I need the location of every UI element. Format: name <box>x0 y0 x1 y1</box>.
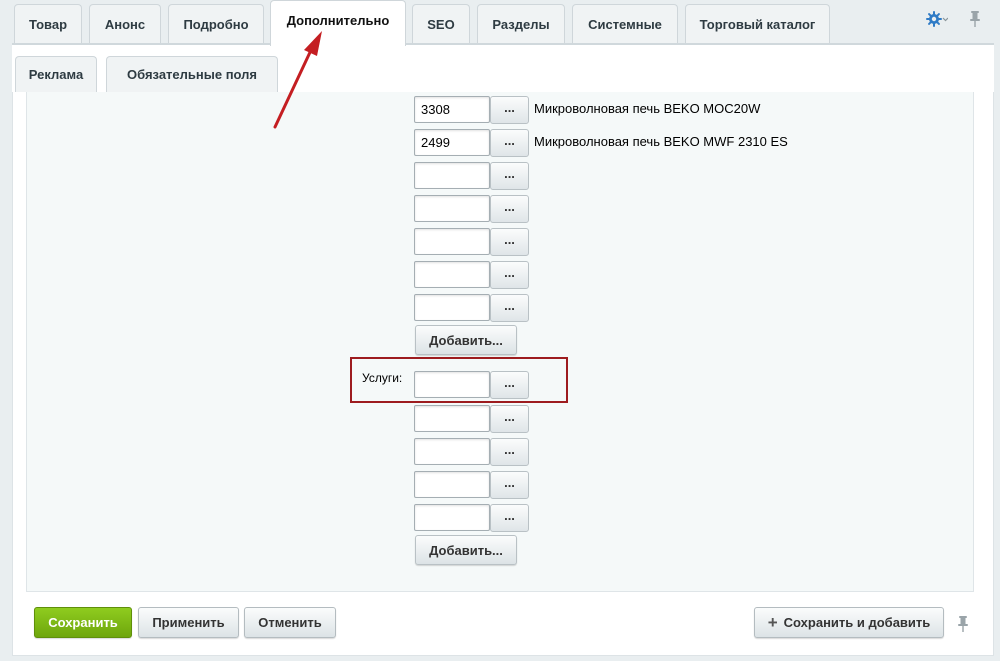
services-add-button[interactable]: Добавить... <box>415 535 517 565</box>
related-product-browse-button[interactable]: ... <box>490 294 529 322</box>
service-id-input[interactable] <box>414 471 490 498</box>
save-and-add-button[interactable]: + Сохранить и добавить <box>754 607 944 638</box>
sub-tab-bar: Реклама Обязательные поля <box>12 45 994 92</box>
tab-razdely[interactable]: Разделы <box>477 4 565 44</box>
service-browse-button[interactable]: ... <box>490 438 529 466</box>
related-product-id-input[interactable] <box>414 195 490 222</box>
save-and-add-label: Сохранить и добавить <box>783 615 931 630</box>
tab-anons[interactable]: Анонс <box>89 4 161 44</box>
save-button[interactable]: Сохранить <box>34 607 132 638</box>
tab-sistemnye[interactable]: Системные <box>572 4 678 44</box>
related-product-id-input[interactable] <box>414 294 490 321</box>
tab-dopolnitelno[interactable]: Дополнительно <box>270 0 406 46</box>
related-product-browse-button[interactable]: ... <box>490 228 529 256</box>
subtab-reklama[interactable]: Реклама <box>15 56 97 92</box>
pin-icon[interactable] <box>956 615 970 633</box>
related-product-browse-button[interactable]: ... <box>490 195 529 223</box>
related-product-name: Микроволновая печь BEKO MWF 2310 ES <box>534 134 788 149</box>
service-id-input[interactable] <box>414 438 490 465</box>
related-product-name: Микроволновая печь BEKO MOC20W <box>534 101 761 116</box>
subtab-obyazatelnye-polya[interactable]: Обязательные поля <box>106 56 278 92</box>
related-product-browse-button[interactable]: ... <box>490 129 529 157</box>
tab-seo[interactable]: SEO <box>412 4 470 44</box>
related-product-id-input[interactable] <box>414 228 490 255</box>
gear-icon[interactable] <box>926 10 948 28</box>
related-product-browse-button[interactable]: ... <box>490 96 529 124</box>
main-tab-bar: Товар Анонс Подробно Дополнительно SEO Р… <box>0 0 1000 46</box>
chevron-down-icon <box>942 17 948 22</box>
service-id-input[interactable] <box>414 504 490 531</box>
related-product-id-input[interactable] <box>414 96 490 123</box>
pin-icon[interactable] <box>968 10 982 28</box>
cancel-button[interactable]: Отменить <box>244 607 336 638</box>
tab-podrobno[interactable]: Подробно <box>168 4 264 44</box>
service-browse-button[interactable]: ... <box>490 504 529 532</box>
service-browse-button[interactable]: ... <box>490 371 529 399</box>
plus-icon: + <box>767 612 778 632</box>
service-id-input[interactable] <box>414 371 490 398</box>
related-add-button[interactable]: Добавить... <box>415 325 517 355</box>
services-label: Услуги: <box>362 371 403 385</box>
service-id-input[interactable] <box>414 405 490 432</box>
tab-tovar[interactable]: Товар <box>14 4 82 44</box>
related-product-id-input[interactable] <box>414 261 490 288</box>
service-browse-button[interactable]: ... <box>490 405 529 433</box>
related-product-browse-button[interactable]: ... <box>490 261 529 289</box>
tab-torgovyy-katalog[interactable]: Торговый каталог <box>685 4 830 44</box>
related-product-browse-button[interactable]: ... <box>490 162 529 190</box>
service-browse-button[interactable]: ... <box>490 471 529 499</box>
related-product-id-input[interactable] <box>414 129 490 156</box>
related-product-id-input[interactable] <box>414 162 490 189</box>
apply-button[interactable]: Применить <box>138 607 239 638</box>
